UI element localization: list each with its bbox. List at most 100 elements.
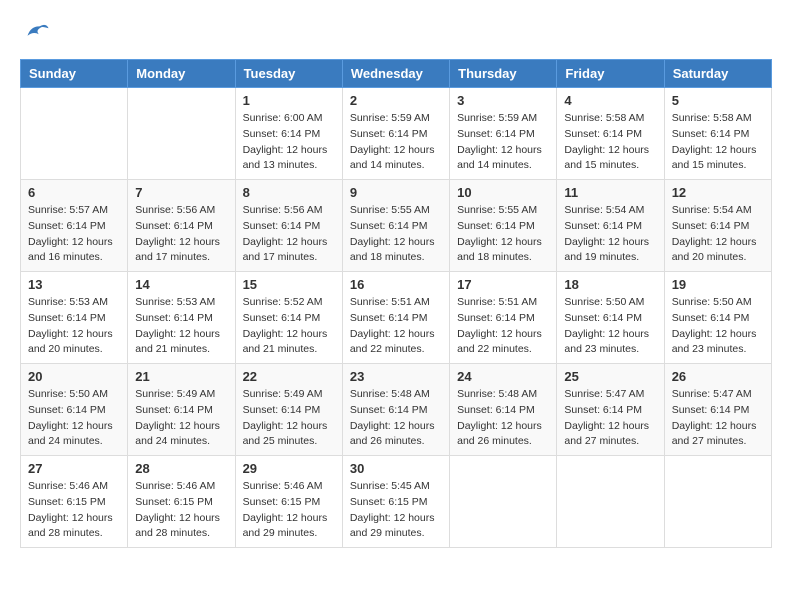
day-number: 15 xyxy=(243,277,335,292)
calendar-cell: 1 Sunrise: 6:00 AM Sunset: 6:14 PM Daylig… xyxy=(235,88,342,180)
calendar-cell: 9 Sunrise: 5:55 AM Sunset: 6:14 PM Daylig… xyxy=(342,180,449,272)
day-number: 2 xyxy=(350,93,442,108)
day-number: 13 xyxy=(28,277,120,292)
day-info: Sunrise: 5:51 AM Sunset: 6:14 PM Dayligh… xyxy=(350,295,442,358)
weekday-header: Sunday xyxy=(21,60,128,88)
day-number: 18 xyxy=(564,277,656,292)
calendar-cell: 19 Sunrise: 5:50 AM Sunset: 6:14 PM Dayli… xyxy=(664,272,771,364)
page-header xyxy=(20,20,772,49)
calendar-cell: 11 Sunrise: 5:54 AM Sunset: 6:14 PM Dayli… xyxy=(557,180,664,272)
calendar-week-row: 1 Sunrise: 6:00 AM Sunset: 6:14 PM Daylig… xyxy=(21,88,772,180)
day-info: Sunrise: 5:48 AM Sunset: 6:14 PM Dayligh… xyxy=(350,387,442,450)
weekday-header: Friday xyxy=(557,60,664,88)
day-info: Sunrise: 5:46 AM Sunset: 6:15 PM Dayligh… xyxy=(28,479,120,542)
calendar-cell: 15 Sunrise: 5:52 AM Sunset: 6:14 PM Dayli… xyxy=(235,272,342,364)
day-number: 26 xyxy=(672,369,764,384)
calendar-cell: 17 Sunrise: 5:51 AM Sunset: 6:14 PM Dayli… xyxy=(450,272,557,364)
day-info: Sunrise: 5:46 AM Sunset: 6:15 PM Dayligh… xyxy=(243,479,335,542)
calendar-cell xyxy=(557,456,664,548)
calendar-cell: 27 Sunrise: 5:46 AM Sunset: 6:15 PM Dayli… xyxy=(21,456,128,548)
day-number: 3 xyxy=(457,93,549,108)
calendar-cell: 21 Sunrise: 5:49 AM Sunset: 6:14 PM Dayli… xyxy=(128,364,235,456)
day-number: 4 xyxy=(564,93,656,108)
calendar-cell xyxy=(21,88,128,180)
calendar-cell: 20 Sunrise: 5:50 AM Sunset: 6:14 PM Dayli… xyxy=(21,364,128,456)
day-number: 28 xyxy=(135,461,227,476)
calendar-cell: 26 Sunrise: 5:47 AM Sunset: 6:14 PM Dayli… xyxy=(664,364,771,456)
day-number: 25 xyxy=(564,369,656,384)
day-info: Sunrise: 5:45 AM Sunset: 6:15 PM Dayligh… xyxy=(350,479,442,542)
day-info: Sunrise: 5:48 AM Sunset: 6:14 PM Dayligh… xyxy=(457,387,549,450)
calendar-cell: 22 Sunrise: 5:49 AM Sunset: 6:14 PM Dayli… xyxy=(235,364,342,456)
day-number: 7 xyxy=(135,185,227,200)
calendar-cell xyxy=(128,88,235,180)
day-number: 14 xyxy=(135,277,227,292)
day-info: Sunrise: 5:50 AM Sunset: 6:14 PM Dayligh… xyxy=(564,295,656,358)
day-number: 9 xyxy=(350,185,442,200)
calendar-cell: 6 Sunrise: 5:57 AM Sunset: 6:14 PM Daylig… xyxy=(21,180,128,272)
day-info: Sunrise: 5:59 AM Sunset: 6:14 PM Dayligh… xyxy=(350,111,442,174)
day-info: Sunrise: 5:57 AM Sunset: 6:14 PM Dayligh… xyxy=(28,203,120,266)
day-info: Sunrise: 5:46 AM Sunset: 6:15 PM Dayligh… xyxy=(135,479,227,542)
day-info: Sunrise: 5:55 AM Sunset: 6:14 PM Dayligh… xyxy=(350,203,442,266)
day-info: Sunrise: 5:55 AM Sunset: 6:14 PM Dayligh… xyxy=(457,203,549,266)
day-number: 22 xyxy=(243,369,335,384)
calendar-cell: 3 Sunrise: 5:59 AM Sunset: 6:14 PM Daylig… xyxy=(450,88,557,180)
weekday-header: Saturday xyxy=(664,60,771,88)
day-info: Sunrise: 5:58 AM Sunset: 6:14 PM Dayligh… xyxy=(564,111,656,174)
logo xyxy=(20,20,54,49)
day-info: Sunrise: 5:58 AM Sunset: 6:14 PM Dayligh… xyxy=(672,111,764,174)
calendar-cell: 14 Sunrise: 5:53 AM Sunset: 6:14 PM Dayli… xyxy=(128,272,235,364)
day-number: 5 xyxy=(672,93,764,108)
calendar-cell: 13 Sunrise: 5:53 AM Sunset: 6:14 PM Dayli… xyxy=(21,272,128,364)
day-number: 24 xyxy=(457,369,549,384)
day-info: Sunrise: 5:50 AM Sunset: 6:14 PM Dayligh… xyxy=(28,387,120,450)
day-number: 8 xyxy=(243,185,335,200)
day-number: 19 xyxy=(672,277,764,292)
day-info: Sunrise: 5:59 AM Sunset: 6:14 PM Dayligh… xyxy=(457,111,549,174)
day-number: 29 xyxy=(243,461,335,476)
weekday-header: Thursday xyxy=(450,60,557,88)
calendar-cell xyxy=(664,456,771,548)
day-info: Sunrise: 5:54 AM Sunset: 6:14 PM Dayligh… xyxy=(672,203,764,266)
calendar-header-row: SundayMondayTuesdayWednesdayThursdayFrid… xyxy=(21,60,772,88)
day-info: Sunrise: 5:50 AM Sunset: 6:14 PM Dayligh… xyxy=(672,295,764,358)
day-info: Sunrise: 5:47 AM Sunset: 6:14 PM Dayligh… xyxy=(672,387,764,450)
day-info: Sunrise: 5:51 AM Sunset: 6:14 PM Dayligh… xyxy=(457,295,549,358)
calendar-cell: 24 Sunrise: 5:48 AM Sunset: 6:14 PM Dayli… xyxy=(450,364,557,456)
calendar-cell: 4 Sunrise: 5:58 AM Sunset: 6:14 PM Daylig… xyxy=(557,88,664,180)
calendar-cell: 23 Sunrise: 5:48 AM Sunset: 6:14 PM Dayli… xyxy=(342,364,449,456)
weekday-header: Wednesday xyxy=(342,60,449,88)
day-number: 27 xyxy=(28,461,120,476)
day-info: Sunrise: 5:56 AM Sunset: 6:14 PM Dayligh… xyxy=(243,203,335,266)
day-number: 17 xyxy=(457,277,549,292)
calendar-cell: 30 Sunrise: 5:45 AM Sunset: 6:15 PM Dayli… xyxy=(342,456,449,548)
day-info: Sunrise: 6:00 AM Sunset: 6:14 PM Dayligh… xyxy=(243,111,335,174)
calendar-cell: 18 Sunrise: 5:50 AM Sunset: 6:14 PM Dayli… xyxy=(557,272,664,364)
calendar-cell: 29 Sunrise: 5:46 AM Sunset: 6:15 PM Dayli… xyxy=(235,456,342,548)
day-number: 23 xyxy=(350,369,442,384)
day-number: 21 xyxy=(135,369,227,384)
day-number: 1 xyxy=(243,93,335,108)
day-info: Sunrise: 5:54 AM Sunset: 6:14 PM Dayligh… xyxy=(564,203,656,266)
day-number: 16 xyxy=(350,277,442,292)
day-info: Sunrise: 5:53 AM Sunset: 6:14 PM Dayligh… xyxy=(135,295,227,358)
calendar-week-row: 27 Sunrise: 5:46 AM Sunset: 6:15 PM Dayli… xyxy=(21,456,772,548)
calendar-cell: 28 Sunrise: 5:46 AM Sunset: 6:15 PM Dayli… xyxy=(128,456,235,548)
day-number: 11 xyxy=(564,185,656,200)
day-info: Sunrise: 5:49 AM Sunset: 6:14 PM Dayligh… xyxy=(243,387,335,450)
calendar-cell: 10 Sunrise: 5:55 AM Sunset: 6:14 PM Dayli… xyxy=(450,180,557,272)
day-info: Sunrise: 5:56 AM Sunset: 6:14 PM Dayligh… xyxy=(135,203,227,266)
day-number: 12 xyxy=(672,185,764,200)
day-info: Sunrise: 5:49 AM Sunset: 6:14 PM Dayligh… xyxy=(135,387,227,450)
day-number: 10 xyxy=(457,185,549,200)
calendar-cell: 25 Sunrise: 5:47 AM Sunset: 6:14 PM Dayli… xyxy=(557,364,664,456)
day-number: 20 xyxy=(28,369,120,384)
day-number: 30 xyxy=(350,461,442,476)
calendar-cell: 7 Sunrise: 5:56 AM Sunset: 6:14 PM Daylig… xyxy=(128,180,235,272)
day-info: Sunrise: 5:53 AM Sunset: 6:14 PM Dayligh… xyxy=(28,295,120,358)
calendar-week-row: 20 Sunrise: 5:50 AM Sunset: 6:14 PM Dayli… xyxy=(21,364,772,456)
day-info: Sunrise: 5:52 AM Sunset: 6:14 PM Dayligh… xyxy=(243,295,335,358)
day-info: Sunrise: 5:47 AM Sunset: 6:14 PM Dayligh… xyxy=(564,387,656,450)
day-number: 6 xyxy=(28,185,120,200)
